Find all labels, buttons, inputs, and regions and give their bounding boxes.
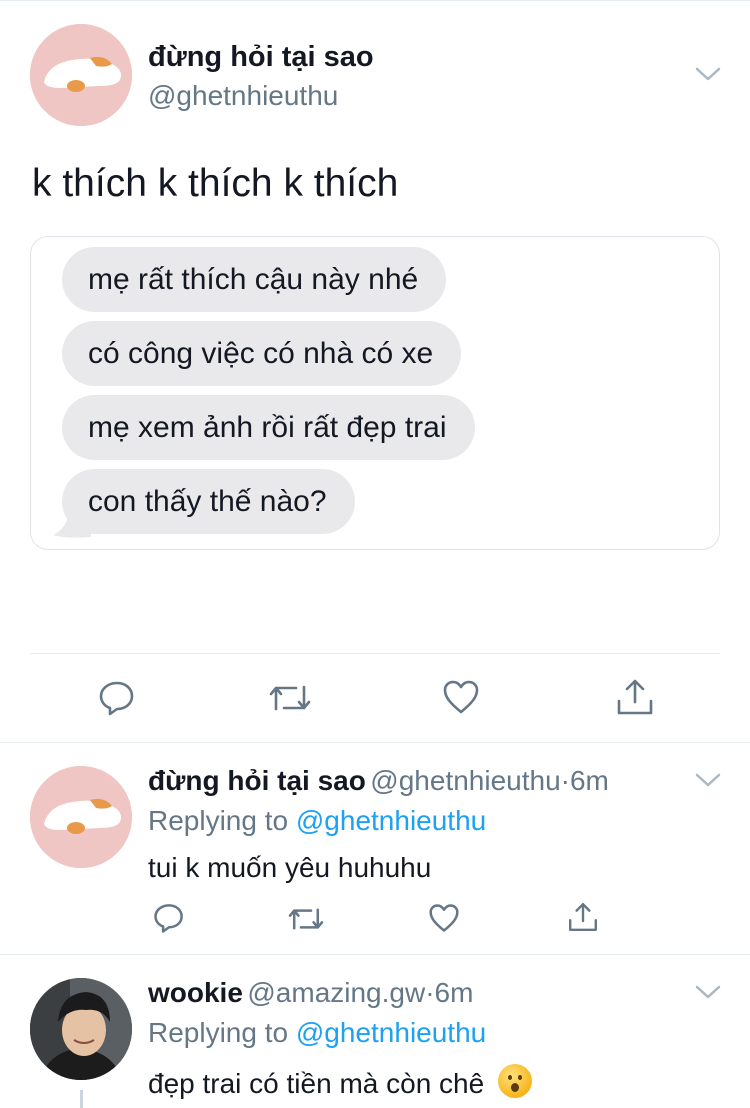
timestamp[interactable]: 6m bbox=[570, 765, 609, 796]
message-bubble: con thấy thế nào? bbox=[62, 469, 355, 534]
replying-to: Replying to @ghetnhieuthu bbox=[148, 1017, 486, 1049]
heart-icon[interactable] bbox=[442, 679, 480, 715]
replying-to: Replying to @ghetnhieuthu bbox=[148, 805, 486, 837]
message-bubble: mẹ xem ảnh rồi rất đẹp trai bbox=[62, 395, 475, 460]
author-name[interactable]: đừng hỏi tại sao bbox=[148, 765, 366, 796]
message-bubble: mẹ rất thích cậu này nhé bbox=[62, 247, 447, 312]
author-avatar[interactable] bbox=[30, 24, 132, 126]
divider bbox=[30, 653, 720, 654]
cat-avatar-image bbox=[30, 766, 132, 868]
chevron-down-icon[interactable] bbox=[695, 66, 721, 82]
divider bbox=[0, 954, 750, 955]
heart-icon[interactable] bbox=[428, 903, 460, 933]
reply-header: đừng hỏi tại sao @ghetnhieuthu·6m bbox=[148, 765, 609, 797]
author-avatar[interactable] bbox=[30, 766, 132, 868]
tweet-text: k thích k thích k thích bbox=[32, 162, 399, 205]
reply-icon[interactable] bbox=[153, 902, 185, 934]
thread-connector-line bbox=[80, 1090, 83, 1108]
mention-link[interactable]: @ghetnhieuthu bbox=[296, 1017, 486, 1048]
retweet-icon[interactable] bbox=[287, 903, 325, 935]
hushed-face-emoji bbox=[497, 1064, 532, 1098]
share-icon[interactable] bbox=[567, 901, 599, 933]
top-border bbox=[0, 0, 750, 1]
reply-icon[interactable] bbox=[98, 679, 136, 717]
share-icon[interactable] bbox=[615, 677, 655, 717]
author-avatar[interactable] bbox=[30, 978, 132, 1080]
person-avatar-image bbox=[30, 978, 132, 1080]
author-handle[interactable]: @ghetnhieuthu bbox=[148, 80, 338, 112]
author-name[interactable]: wookie bbox=[148, 977, 243, 1008]
replying-prefix: Replying to bbox=[148, 1017, 289, 1048]
chevron-down-icon[interactable] bbox=[695, 772, 721, 788]
separator-dot: · bbox=[560, 765, 570, 796]
tweet-media-card[interactable]: mẹ rất thích cậu này nhé có công việc có… bbox=[30, 236, 720, 550]
reply-text-line: đẹp trai có tiền mà còn chê bbox=[148, 1064, 532, 1100]
divider bbox=[0, 742, 750, 743]
separator-dot: · bbox=[425, 977, 435, 1008]
timestamp[interactable]: 6m bbox=[435, 977, 474, 1008]
message-bubble: có công việc có nhà có xe bbox=[62, 321, 462, 386]
replying-prefix: Replying to bbox=[148, 805, 289, 836]
retweet-icon[interactable] bbox=[268, 679, 312, 717]
reply-text: tui k muốn yêu huhuhu bbox=[148, 852, 432, 883]
author-name[interactable]: đừng hỏi tại sao bbox=[148, 41, 374, 74]
cat-avatar-image bbox=[30, 24, 132, 126]
author-handle[interactable]: @ghetnhieuthu bbox=[370, 765, 560, 796]
mention-link[interactable]: @ghetnhieuthu bbox=[296, 805, 486, 836]
reply-header: wookie @amazing.gw·6m bbox=[148, 977, 473, 1009]
reply-text: đẹp trai có tiền mà còn chê bbox=[148, 1068, 485, 1099]
chevron-down-icon[interactable] bbox=[695, 984, 721, 1000]
author-handle[interactable]: @amazing.gw bbox=[247, 977, 425, 1008]
